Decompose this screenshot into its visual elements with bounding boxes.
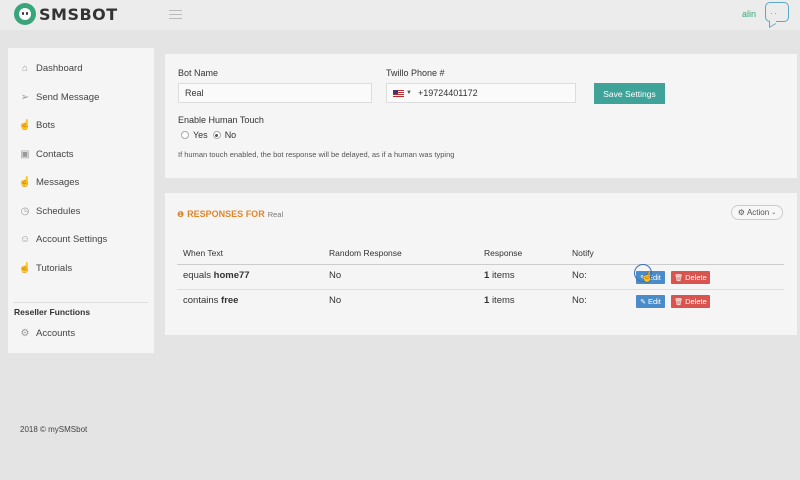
radio-no[interactable]: [212, 131, 221, 139]
response-count: 1: [484, 270, 490, 281]
when-prefix: contains: [183, 295, 219, 306]
brand-name: SMSBOT: [39, 4, 118, 24]
sidebar-item-label: Accounts: [36, 327, 76, 339]
bot-name-value: Real: [185, 88, 204, 98]
action-label: Action: [746, 208, 770, 217]
table-row-notify: No:: [572, 295, 587, 306]
when-keyword: home77: [213, 270, 250, 281]
sidebar-item-label: Messages: [36, 176, 80, 188]
menu-toggle-icon[interactable]: [169, 10, 182, 19]
table-row-when: equals home77: [183, 270, 250, 281]
action-dropdown[interactable]: ⚙ Action ⌄: [731, 205, 783, 220]
clock-icon: ◷: [20, 205, 30, 217]
delete-label: Delete: [685, 297, 707, 306]
sidebar-item-tutorials[interactable]: ☝ Tutorials: [19, 260, 72, 276]
edit-icon: ✎: [640, 298, 646, 306]
radio-yes[interactable]: [181, 131, 189, 139]
logo[interactable]: SMSBOT: [14, 3, 118, 25]
sidebar-item-account-settings[interactable]: ☺ Account Settings: [19, 231, 107, 247]
table-row-response: 1 items: [484, 295, 515, 306]
column-header: Response: [484, 248, 523, 258]
radio-no-label[interactable]: No: [225, 130, 237, 140]
responses-heading: ❶ RESPONSES FOR Real: [177, 209, 283, 219]
responses-title: RESPONSES FOR: [187, 209, 265, 219]
send-icon: ➢: [20, 91, 30, 103]
hand-icon: ☝: [18, 119, 32, 131]
user-name[interactable]: alin: [742, 9, 756, 19]
table-row-response: 1 items: [484, 270, 515, 281]
delete-button[interactable]: 🗑 Delete: [671, 295, 710, 308]
sidebar-item-accounts[interactable]: ⚙ Accounts: [19, 325, 76, 341]
sidebar-item-label: Schedules: [36, 205, 81, 217]
reseller-functions-heading: Reseller Functions: [14, 307, 91, 317]
response-count: 1: [484, 295, 490, 306]
delete-label: Delete: [685, 273, 707, 282]
sidebar-item-bots[interactable]: ☝ Bots: [19, 117, 55, 133]
info-icon: ❶: [177, 209, 185, 219]
sidebar-item-dashboard[interactable]: ⌂ Dashboard: [19, 60, 83, 76]
column-header: When Text: [183, 248, 224, 258]
sidebar: ⌂ Dashboard ➢ Send Message ☝ Bots ▣ Cont…: [8, 48, 154, 353]
top-bar: SMSBOT alin ··: [0, 0, 800, 30]
divider: [177, 289, 784, 290]
sidebar-item-label: Tutorials: [36, 262, 73, 274]
table-row-random: No: [329, 295, 342, 306]
robot-icon: [14, 3, 36, 25]
bot-name-input[interactable]: Real: [178, 83, 372, 103]
briefcase-icon: ▣: [20, 148, 30, 160]
sidebar-item-label: Send Message: [36, 91, 100, 103]
divider: [14, 302, 148, 303]
bot-settings-panel: Bot Name Real Twillo Phone # ▼ +19724401…: [165, 54, 797, 178]
bot-name-label: Bot Name: [178, 68, 219, 78]
gear-icon: ⚙: [20, 327, 30, 339]
edit-button[interactable]: ✎ Edit: [636, 295, 665, 308]
edit-label: Edit: [647, 297, 661, 306]
table-row-when: contains free: [183, 295, 238, 306]
chevron-down-icon[interactable]: ▼: [406, 90, 412, 96]
delete-button[interactable]: 🗑 Delete: [671, 271, 710, 284]
chevron-down-icon: ⌄: [771, 210, 777, 216]
sidebar-item-messages[interactable]: ☝ Messages: [18, 174, 80, 190]
sidebar-item-schedules[interactable]: ◷ Schedules: [19, 203, 81, 219]
phone-label: Twillo Phone #: [386, 68, 445, 78]
trash-icon: 🗑: [674, 274, 684, 282]
human-touch-hint: If human touch enabled, the bot response…: [178, 150, 455, 159]
divider: [177, 264, 784, 265]
sidebar-item-send-message[interactable]: ➢ Send Message: [19, 89, 100, 105]
user-icon: ☺: [19, 233, 31, 245]
hand-icon: ☝: [18, 262, 32, 274]
column-header: Notify: [572, 248, 594, 258]
table-row-random: No: [329, 270, 342, 281]
sidebar-item-label: Dashboard: [36, 62, 83, 74]
response-suffix: items: [491, 270, 515, 281]
sidebar-item-label: Bots: [36, 119, 56, 131]
phone-value: +19724401172: [417, 88, 478, 98]
hand-icon: ☝: [18, 176, 32, 188]
save-settings-button[interactable]: Save Settings: [594, 83, 665, 104]
sidebar-item-label: Contacts: [36, 148, 74, 160]
home-icon: ⌂: [21, 62, 29, 74]
when-keyword: free: [221, 295, 239, 306]
human-touch-options: Yes No: [181, 130, 236, 140]
human-touch-label: Enable Human Touch: [178, 115, 264, 125]
us-flag-icon[interactable]: [393, 89, 404, 97]
phone-input[interactable]: ▼ +19724401172: [386, 83, 576, 103]
footer-copyright: 2018 © mySMSbot: [20, 425, 88, 434]
trash-icon: 🗑: [674, 298, 684, 306]
sidebar-item-contacts[interactable]: ▣ Contacts: [19, 146, 74, 162]
chat-bubble-icon[interactable]: ··: [765, 2, 789, 22]
responses-bot-name: Real: [267, 209, 284, 219]
hand-cursor-icon: ☝: [641, 272, 654, 283]
column-header: Random Response: [329, 248, 402, 258]
responses-panel: ❶ RESPONSES FOR Real ⚙ Action ⌄ When Tex…: [165, 193, 797, 335]
radio-yes-label[interactable]: Yes: [193, 130, 208, 140]
sidebar-item-label: Account Settings: [36, 233, 108, 245]
response-suffix: items: [491, 295, 515, 306]
gear-icon: ⚙: [737, 208, 745, 217]
when-prefix: equals: [183, 270, 211, 281]
table-row-notify: No:: [572, 270, 587, 281]
